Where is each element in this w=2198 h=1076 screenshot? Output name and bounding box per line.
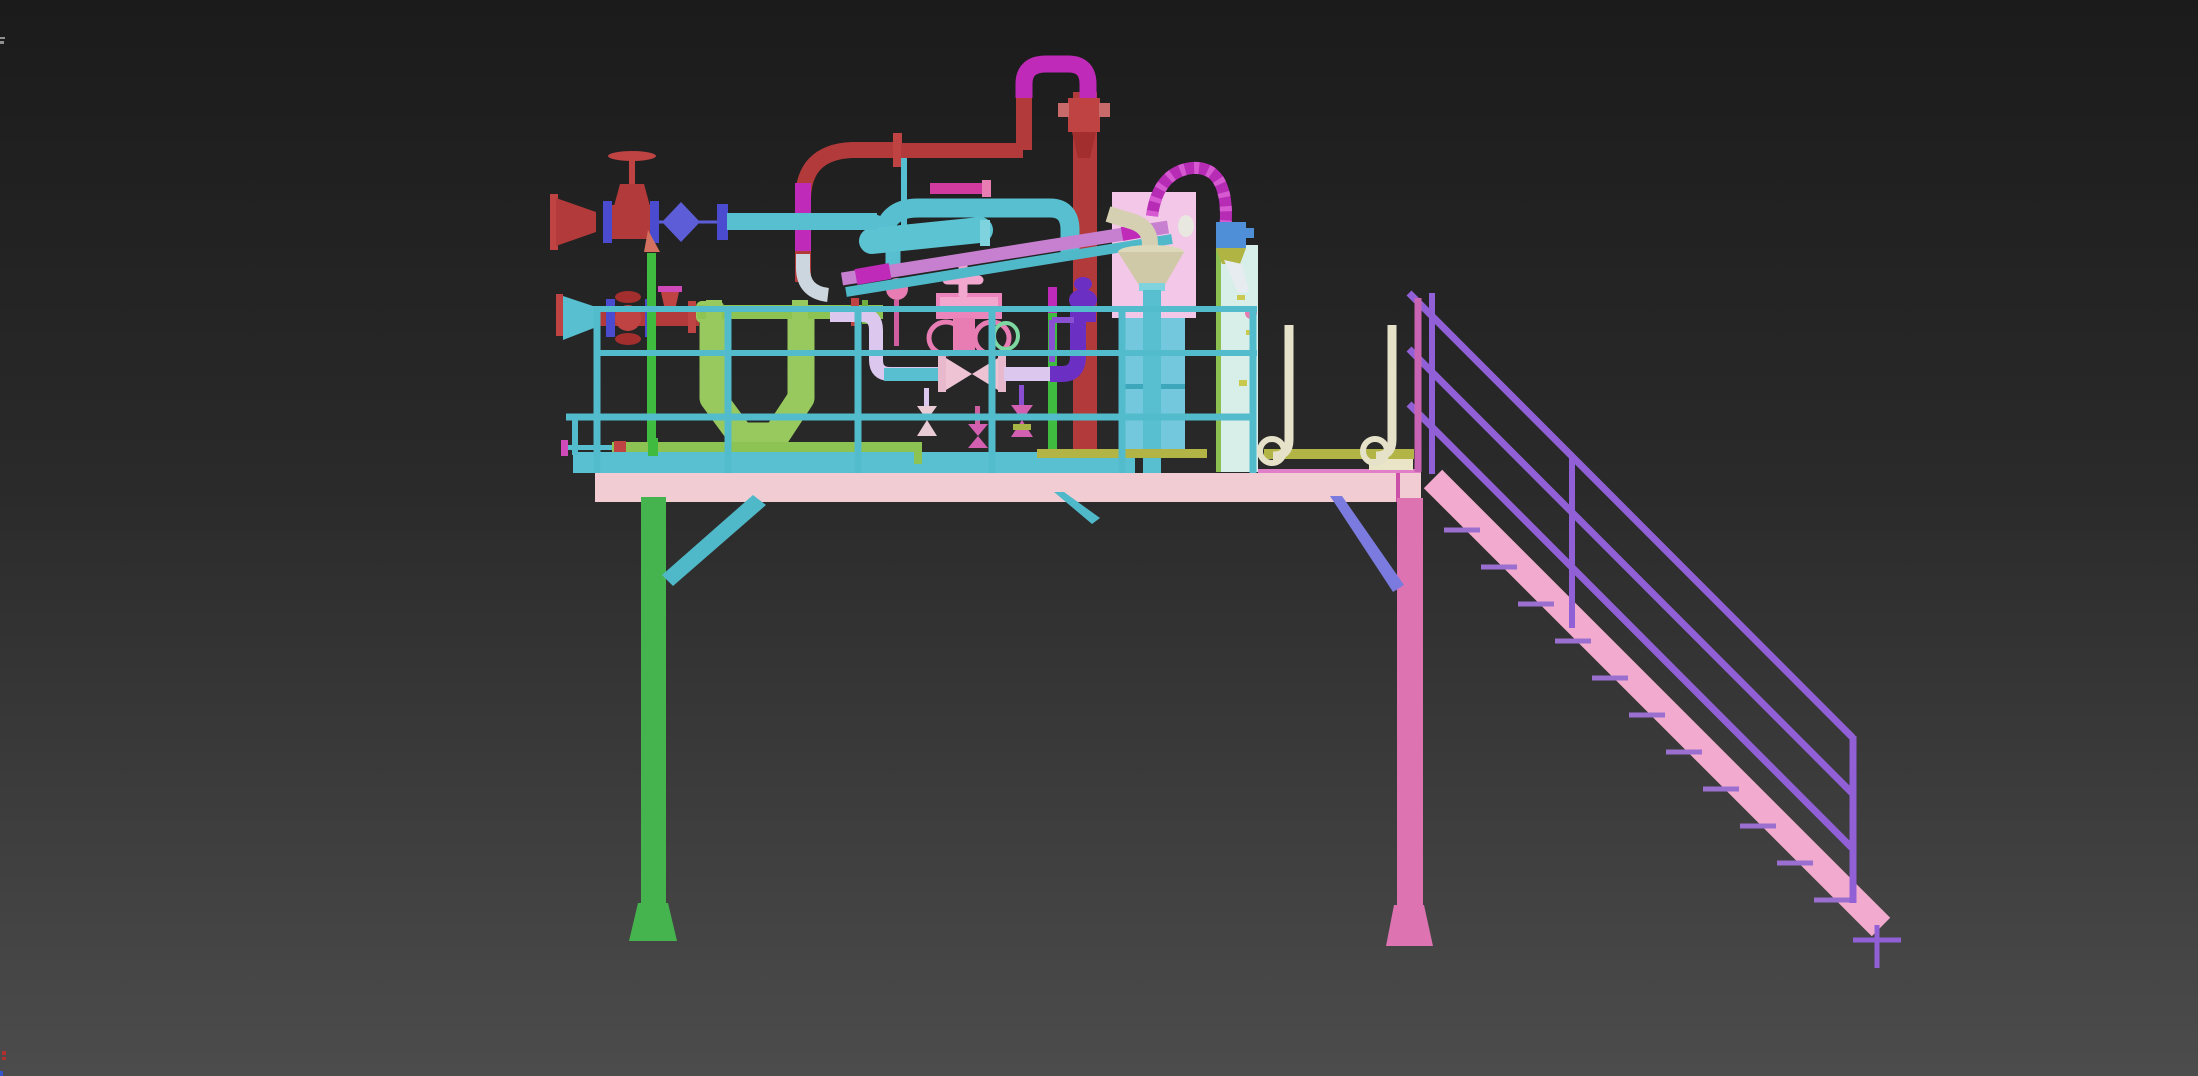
nozzle-carriage-tab bbox=[1245, 228, 1254, 238]
diamond-check-valve bbox=[662, 202, 700, 242]
drain-red-union bbox=[614, 441, 626, 452]
viewport-edge-marks bbox=[0, 37, 6, 1076]
gray-hose bbox=[803, 254, 828, 295]
panel-speck bbox=[1239, 380, 1247, 386]
relief-valve-tab bbox=[1058, 103, 1069, 117]
guide-post-beige bbox=[1273, 325, 1289, 456]
drain-valve-stem bbox=[1019, 385, 1024, 405]
purple-valve-bulb-small bbox=[1074, 277, 1092, 291]
edge-mark-icon bbox=[0, 41, 4, 44]
drain-valve-cone bbox=[968, 436, 988, 448]
valve-flange-indigo bbox=[717, 204, 728, 240]
deck-seam bbox=[1396, 473, 1400, 502]
red-riser-left bbox=[1016, 90, 1032, 150]
leg-base-pink bbox=[1386, 905, 1433, 946]
panel-speck bbox=[1237, 295, 1245, 300]
drain-end-elbow bbox=[914, 442, 922, 464]
corner-mark-icon bbox=[2, 1051, 6, 1055]
funnel-drop-column bbox=[1143, 290, 1161, 473]
funnel-flange bbox=[1139, 283, 1165, 291]
stair-handrail-mid bbox=[1409, 349, 1853, 794]
white-flange bbox=[1178, 215, 1194, 237]
vent-cap-magenta bbox=[658, 286, 682, 292]
flange-disc bbox=[688, 301, 696, 333]
gate-valve-bonnet bbox=[614, 184, 650, 206]
relief-valve-tab bbox=[1099, 103, 1110, 117]
pink-bowtie-cone bbox=[946, 358, 972, 390]
valve-flange-indigo bbox=[603, 201, 612, 243]
teal-inlet-pipe bbox=[727, 213, 877, 230]
knee-brace-teal bbox=[662, 495, 766, 586]
lavender-pipe-segment bbox=[1004, 367, 1052, 381]
deep-pink-stub-pipe bbox=[930, 183, 984, 194]
pink-flange bbox=[938, 356, 946, 392]
red-reducer-cone bbox=[556, 198, 596, 246]
knee-brace-blue bbox=[1330, 496, 1404, 592]
magenta-coupler bbox=[856, 271, 890, 277]
edge-mark-icon bbox=[0, 37, 5, 39]
mint-panel-green-edge bbox=[1216, 245, 1221, 472]
lavender-pipe bbox=[830, 315, 940, 374]
ball-valve-wheel-bottom bbox=[615, 333, 641, 345]
drain-valve-cone bbox=[968, 424, 988, 436]
flange-disc bbox=[556, 294, 563, 336]
relief-valve-body bbox=[1068, 98, 1100, 132]
ball-valve-wheel-top bbox=[615, 291, 641, 303]
guide-post-beige bbox=[1376, 325, 1392, 456]
stair-handrail-low bbox=[1409, 404, 1853, 849]
drain-green-pipe bbox=[612, 442, 922, 452]
inlet-line-upper[interactable] bbox=[550, 151, 877, 250]
drain-magenta-cap bbox=[561, 440, 568, 456]
viewport-3d[interactable] bbox=[0, 0, 2198, 1076]
inlet-line-lower[interactable] bbox=[556, 286, 699, 345]
pink-actuator-gearbox-highlight bbox=[940, 297, 998, 307]
support-leg-pink bbox=[1397, 498, 1423, 905]
support-leg-green bbox=[641, 497, 666, 905]
staircase[interactable] bbox=[1409, 293, 1901, 968]
drain-valve-stem bbox=[924, 388, 929, 406]
red-header-pipe bbox=[901, 143, 1023, 158]
teal-cylinder-flange bbox=[980, 220, 990, 246]
corner-mark-icon bbox=[2, 1057, 6, 1060]
teal-cylinder bbox=[872, 230, 980, 241]
teal-pipe-segment bbox=[884, 368, 940, 381]
drain-valve-cone bbox=[917, 420, 937, 436]
gate-valve-body bbox=[612, 205, 650, 239]
leg-base-green bbox=[629, 903, 677, 941]
drain-valve-olive-tick bbox=[1013, 424, 1031, 430]
corner-mark-icon bbox=[0, 1071, 3, 1076]
nozzle-carriage-blue bbox=[1216, 222, 1246, 248]
drain-green-clamp bbox=[648, 438, 658, 456]
deck-fascia-pink bbox=[595, 473, 1421, 502]
valve-flange-indigo bbox=[606, 299, 615, 337]
deep-pink-cap bbox=[982, 180, 991, 197]
red-flange bbox=[893, 133, 902, 167]
